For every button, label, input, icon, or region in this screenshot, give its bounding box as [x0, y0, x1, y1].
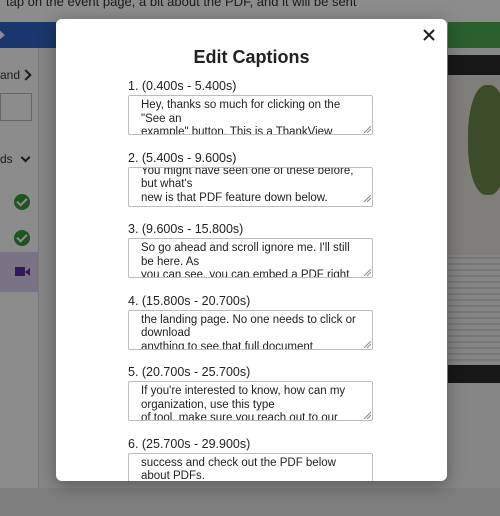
modal-title: Edit Captions	[193, 47, 310, 67]
resize-handle-icon[interactable]	[364, 194, 371, 202]
caption-item: 2. (5.400s - 9.600s) You might have seen…	[128, 151, 378, 223]
caption-list[interactable]: 1. (0.400s - 5.400s) Hey, thanks so much…	[128, 79, 378, 481]
caption-textarea[interactable]: success and check out the PDF below abou…	[128, 452, 373, 481]
caption-item: 3. (9.600s - 15.800s) So go ahead and sc…	[128, 222, 378, 294]
caption-textarea[interactable]: So go ahead and scroll ignore me. I'll s…	[128, 238, 373, 278]
caption-textarea[interactable]: You might have seen one of these before,…	[128, 166, 373, 207]
caption-textarea[interactable]: Hey, thanks so much for clicking on the …	[128, 95, 373, 135]
caption-label: 5. (20.700s - 25.700s)	[128, 365, 251, 379]
resize-handle-icon[interactable]	[364, 269, 371, 276]
caption-label: 3. (9.600s - 15.800s)	[128, 222, 244, 236]
close-icon	[423, 29, 435, 41]
caption-item: 4. (15.800s - 20.700s) the landing page.…	[128, 294, 378, 366]
caption-label: 1. (0.400s - 5.400s)	[128, 79, 237, 93]
caption-textarea[interactable]: If you're interested to know, how can my…	[128, 381, 373, 421]
edit-captions-modal: Edit Captions 1. (0.400s - 5.400s) Hey, …	[56, 19, 447, 481]
resize-handle-icon[interactable]	[364, 126, 371, 133]
caption-item: 1. (0.400s - 5.400s) Hey, thanks so much…	[128, 79, 378, 151]
caption-label: 2. (5.400s - 9.600s)	[128, 150, 237, 165]
resize-handle-icon[interactable]	[364, 340, 371, 348]
caption-label: 4. (15.800s - 20.700s)	[128, 293, 251, 308]
caption-item: 6. (25.700s - 29.900s) success and check…	[128, 436, 378, 481]
resize-handle-icon[interactable]	[364, 412, 371, 419]
close-button[interactable]	[419, 25, 439, 45]
caption-textarea[interactable]: the landing page. No one needs to click …	[128, 309, 373, 350]
caption-label: 6. (25.700s - 29.900s)	[128, 436, 251, 451]
caption-item: 5. (20.700s - 25.700s) If you're interes…	[128, 365, 378, 437]
